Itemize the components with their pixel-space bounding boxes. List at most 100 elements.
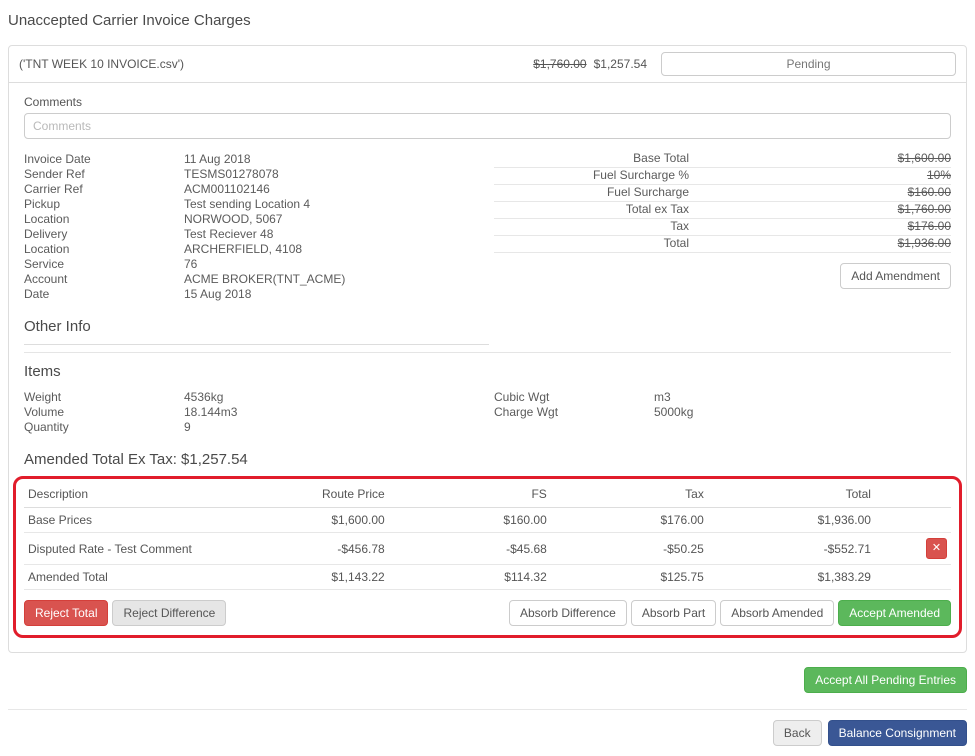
charge-actions-row: Reject Total Reject Difference Absorb Di… bbox=[24, 600, 951, 626]
total-row: Fuel Surcharge % 10% bbox=[494, 169, 951, 185]
total-label: Base Total bbox=[633, 151, 689, 165]
reject-actions: Reject Total Reject Difference bbox=[24, 600, 227, 626]
total-label: Fuel Surcharge bbox=[606, 185, 689, 199]
items-heading: Items bbox=[24, 363, 61, 380]
item-label: Charge Wgt bbox=[494, 405, 559, 419]
items-right-column: Cubic Wgt m3 Charge Wgt 5000kg bbox=[494, 390, 951, 435]
item-value: 5000kg bbox=[654, 405, 694, 419]
detail-row: Carrier Ref ACM001102146 bbox=[24, 182, 494, 197]
cell-fs: -$45.68 bbox=[388, 532, 551, 565]
detail-label: Sender Ref bbox=[24, 167, 85, 181]
invoice-totals: Base Total $1,600.00 Fuel Surcharge % 10… bbox=[494, 152, 951, 302]
total-row: Fuel Surcharge $160.00 bbox=[494, 186, 951, 202]
cell-description: Base Prices bbox=[24, 507, 227, 533]
total-row: Base Total $1,600.00 bbox=[494, 152, 951, 168]
reject-difference-button[interactable]: Reject Difference bbox=[112, 600, 227, 626]
pending-status-button[interactable]: Pending bbox=[661, 52, 956, 76]
detail-row: Location ARCHERFIELD, 4108 bbox=[24, 242, 494, 257]
detail-row: Date 15 Aug 2018 bbox=[24, 287, 494, 302]
detail-label: Invoice Date bbox=[24, 152, 91, 166]
detail-value: ACM001102146 bbox=[184, 182, 270, 196]
detail-grid: Invoice Date 11 Aug 2018 Sender Ref TESM… bbox=[24, 152, 951, 302]
item-label: Volume bbox=[24, 405, 65, 419]
cell-route-price: $1,143.22 bbox=[226, 564, 389, 590]
item-value: 18.144m3 bbox=[184, 405, 238, 419]
cell-description: Disputed Rate - Test Comment bbox=[24, 532, 227, 565]
current-total: $1,257.54 bbox=[593, 57, 647, 71]
cell-actions bbox=[874, 507, 951, 533]
absorb-difference-button[interactable]: Absorb Difference bbox=[508, 600, 627, 626]
column-header-fs: FS bbox=[388, 483, 551, 508]
items-section: Items Weight 4536kg Volume 18.144m3 Quan… bbox=[24, 352, 951, 468]
item-label: Cubic Wgt bbox=[494, 390, 550, 404]
add-amendment-row: Add Amendment bbox=[494, 263, 951, 289]
balance-consignment-button[interactable]: Balance Consignment bbox=[827, 720, 967, 746]
cell-fs: $114.32 bbox=[388, 564, 551, 590]
page-title: Unaccepted Carrier Invoice Charges bbox=[8, 12, 251, 29]
column-header-actions bbox=[874, 483, 951, 508]
table-row-amended-total: Amended Total $1,143.22 $114.32 $125.75 … bbox=[24, 564, 951, 590]
column-header-route-price: Route Price bbox=[226, 483, 389, 508]
comments-input[interactable] bbox=[24, 113, 951, 139]
add-amendment-button[interactable]: Add Amendment bbox=[840, 263, 951, 289]
item-row: Quantity 9 bbox=[24, 420, 494, 435]
cell-route-price: -$456.78 bbox=[226, 532, 389, 565]
cell-tax: $176.00 bbox=[550, 507, 708, 533]
item-row: Weight 4536kg bbox=[24, 390, 494, 405]
cell-actions bbox=[874, 564, 951, 590]
items-left-column: Weight 4536kg Volume 18.144m3 Quantity 9 bbox=[24, 390, 494, 435]
delete-row-button[interactable]: ✕ bbox=[926, 538, 947, 559]
total-value-strikethrough: 10% bbox=[926, 168, 951, 182]
total-label: Tax bbox=[670, 219, 689, 233]
absorb-amended-button[interactable]: Absorb Amended bbox=[720, 600, 835, 626]
highlight-annotation: Description Route Price FS Tax Total Bas… bbox=[13, 476, 962, 638]
invoice-details: Invoice Date 11 Aug 2018 Sender Ref TESM… bbox=[24, 152, 494, 302]
total-label: Total bbox=[663, 236, 689, 250]
detail-label: Service bbox=[24, 257, 65, 271]
detail-value: NORWOOD, 5067 bbox=[184, 212, 283, 226]
reject-total-button[interactable]: Reject Total bbox=[24, 600, 109, 626]
charges-table: Description Route Price FS Tax Total Bas… bbox=[24, 483, 951, 590]
total-row: Total ex Tax $1,760.00 bbox=[494, 203, 951, 219]
accept-amended-button[interactable]: Accept Amended bbox=[838, 600, 951, 626]
other-info-heading: Other Info bbox=[24, 318, 489, 345]
detail-row: Pickup Test sending Location 4 bbox=[24, 197, 494, 212]
item-value: 4536kg bbox=[184, 390, 224, 404]
invoice-panel-body: Comments Invoice Date 11 Aug 2018 Sender… bbox=[9, 83, 966, 652]
item-row: Volume 18.144m3 bbox=[24, 405, 494, 420]
detail-value: ACME BROKER(TNT_ACME) bbox=[184, 272, 346, 286]
accept-all-pending-button[interactable]: Accept All Pending Entries bbox=[804, 667, 967, 693]
detail-label: Date bbox=[24, 287, 50, 301]
detail-value: TESMS01278078 bbox=[184, 167, 279, 181]
column-header-total: Total bbox=[707, 483, 875, 508]
detail-row: Sender Ref TESMS01278078 bbox=[24, 167, 494, 182]
detail-label: Location bbox=[24, 212, 70, 226]
footer-actions: Back Balance Consignment bbox=[8, 710, 967, 756]
close-icon: ✕ bbox=[931, 542, 942, 554]
detail-value: 11 Aug 2018 bbox=[184, 152, 251, 166]
cell-fs: $160.00 bbox=[388, 507, 551, 533]
detail-value: ARCHERFIELD, 4108 bbox=[184, 242, 303, 256]
original-total: $1,760.00 bbox=[533, 57, 587, 71]
detail-value: Test sending Location 4 bbox=[184, 197, 311, 211]
item-label: Quantity bbox=[24, 420, 69, 434]
total-value-strikethrough: $176.00 bbox=[907, 219, 951, 233]
cell-total: -$552.71 bbox=[707, 532, 875, 565]
back-button[interactable]: Back bbox=[772, 720, 822, 746]
absorb-actions: Absorb Difference Absorb Part Absorb Ame… bbox=[508, 600, 951, 626]
detail-label: Delivery bbox=[24, 227, 68, 241]
cell-total: $1,936.00 bbox=[707, 507, 875, 533]
invoice-panel-header: ('TNT WEEK 10 INVOICE.csv') $1,760.00 $1… bbox=[9, 46, 966, 83]
total-row: Tax $176.00 bbox=[494, 220, 951, 236]
detail-value: Test Reciever 48 bbox=[184, 227, 274, 241]
detail-row: Location NORWOOD, 5067 bbox=[24, 212, 494, 227]
items-grid: Weight 4536kg Volume 18.144m3 Quantity 9 bbox=[24, 390, 951, 435]
cell-description: Amended Total bbox=[24, 564, 227, 590]
cell-tax: $125.75 bbox=[550, 564, 708, 590]
item-value: 9 bbox=[184, 420, 191, 434]
absorb-part-button[interactable]: Absorb Part bbox=[630, 600, 717, 626]
detail-row: Service 76 bbox=[24, 257, 494, 272]
total-value-strikethrough: $1,760.00 bbox=[897, 202, 951, 216]
detail-value: 15 Aug 2018 bbox=[184, 287, 252, 301]
table-row-disputed-rate: Disputed Rate - Test Comment -$456.78 -$… bbox=[24, 532, 951, 565]
